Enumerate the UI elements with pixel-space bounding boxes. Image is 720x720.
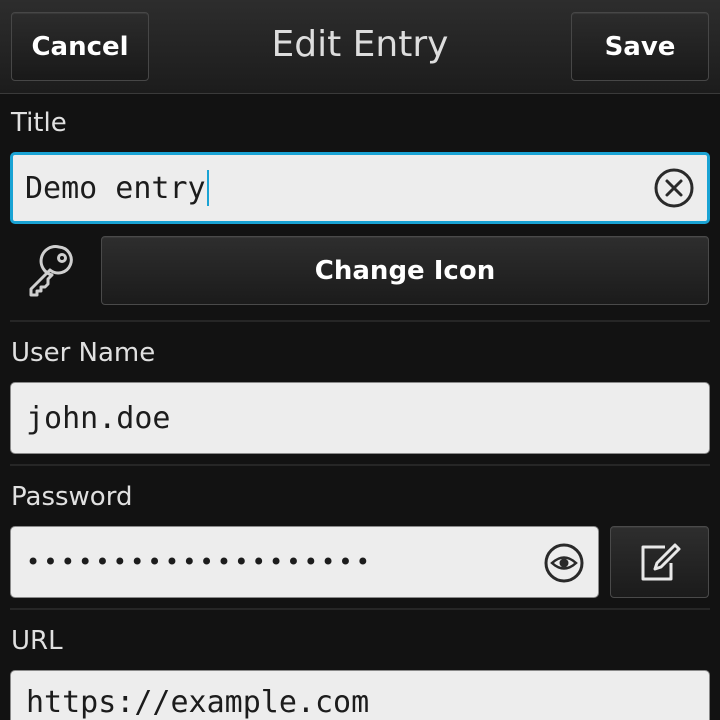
title-bar: Cancel Edit Entry Save: [0, 0, 720, 94]
cancel-button[interactable]: Cancel: [11, 12, 149, 81]
text-caret: [206, 170, 209, 206]
clear-circle-icon[interactable]: [652, 166, 696, 210]
url-label: URL: [11, 626, 63, 656]
username-label: User Name: [11, 338, 156, 368]
generate-password-button[interactable]: [610, 526, 709, 598]
title-label: Title: [11, 108, 67, 138]
eye-icon[interactable]: [542, 541, 586, 585]
username-input-value: john.doe: [26, 400, 171, 436]
divider: [10, 320, 710, 322]
url-input-value: https://example.com: [26, 685, 370, 720]
divider: [10, 464, 710, 466]
edit-icon: [637, 539, 683, 585]
change-icon-button[interactable]: Change Icon: [101, 236, 709, 305]
title-input-value: Demo entry: [25, 170, 206, 206]
password-input-value: ••••••••••••••••••••: [26, 548, 374, 576]
password-label: Password: [11, 482, 133, 512]
divider: [10, 608, 710, 610]
password-input[interactable]: ••••••••••••••••••••: [10, 526, 599, 598]
username-input[interactable]: john.doe: [10, 382, 710, 454]
key-icon[interactable]: [18, 242, 80, 300]
title-input[interactable]: Demo entry: [10, 152, 710, 224]
save-button[interactable]: Save: [571, 12, 709, 81]
page-title: Edit Entry: [271, 24, 449, 65]
url-input[interactable]: https://example.com: [10, 670, 710, 720]
